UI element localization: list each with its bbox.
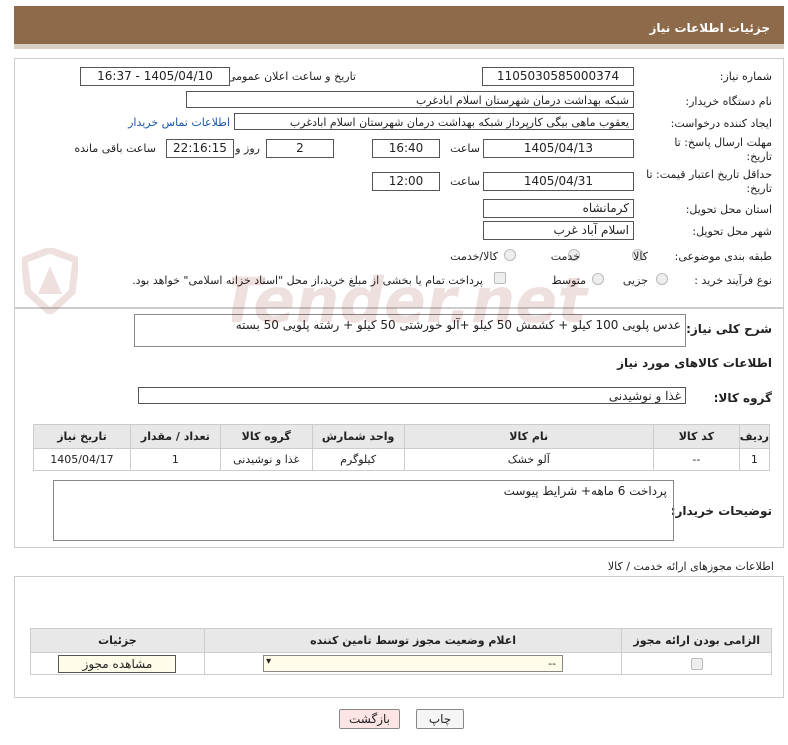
back-button[interactable]: بازگشت bbox=[339, 709, 400, 729]
remaining-time-field: 22:16:15 bbox=[166, 139, 234, 158]
category-option-goods-service: کالا/خدمت bbox=[450, 250, 498, 263]
payment-note: پرداخت تمام یا بخشی از مبلغ خرید،از محل … bbox=[132, 274, 483, 287]
required-checkbox[interactable] bbox=[690, 658, 703, 670]
col-unit: واحد شمارش bbox=[311, 424, 405, 449]
col-name: نام کالا bbox=[403, 424, 654, 449]
cell-code: -- bbox=[652, 448, 740, 471]
process-option-minor: جزیی bbox=[622, 274, 648, 287]
buyer-notes-label: توضیحات خریدار: bbox=[670, 504, 772, 518]
description-textarea[interactable]: عدس پلویی 100 کیلو + کشمش 50 کیلو +آلو خ… bbox=[134, 314, 686, 347]
cell-permit-details: مشاهده مجوز bbox=[30, 652, 205, 675]
goods-section-title: اطلاعات کالاهای مورد نیاز bbox=[617, 356, 772, 370]
page-header: جزئیات اطلاعات نیاز bbox=[14, 6, 784, 44]
contact-buyer-link[interactable]: اطلاعات تماس خریدار bbox=[128, 116, 230, 129]
permits-table: الزامی بودن ارائه مجوز اعلام وضعیت مجوز … bbox=[30, 628, 772, 675]
radio-goods-service[interactable] bbox=[504, 249, 516, 261]
description-label: شرح کلی نیاز: bbox=[686, 322, 772, 336]
days-field: 2 bbox=[266, 139, 334, 158]
min-price-label: حداقل تاریخ اعتبار قیمت: تا تاریخ: bbox=[646, 168, 772, 195]
table-row[interactable]: -- ▾ مشاهده مجوز bbox=[30, 652, 772, 675]
cell-permit-status: -- ▾ bbox=[203, 652, 623, 675]
deadline-label: مهلت ارسال پاسخ: تا تاریخ: bbox=[674, 136, 772, 163]
cell-date: 1405/04/17 bbox=[33, 448, 131, 471]
treasury-checkbox[interactable] bbox=[494, 272, 506, 284]
col-qty: تعداد / مقدار bbox=[129, 424, 221, 449]
remaining-label: ساعت باقی مانده bbox=[74, 142, 156, 155]
buyer-org-field: شبکه بهداشت درمان شهرستان اسلام ابادغرب bbox=[186, 91, 634, 108]
category-option-goods: کالا bbox=[633, 250, 648, 263]
cell-group: غذا و نوشیدنی bbox=[219, 448, 313, 471]
col-permit-status: اعلام وضعیت مجوز توسط تامین کننده bbox=[203, 628, 623, 653]
buyer-notes-textarea[interactable]: پرداخت 6 ماهه+ شرایط پیوست bbox=[53, 480, 674, 541]
requester-field: یعقوب ماهی بیگی کارپرداز شبکه بهداشت درم… bbox=[234, 113, 634, 130]
goods-group-label: گروه کالا: bbox=[713, 391, 772, 405]
col-code: کد کالا bbox=[652, 424, 740, 449]
goods-table: ردیف کد کالا نام کالا واحد شمارش گروه کا… bbox=[33, 424, 771, 471]
province-field: کرمانشاه bbox=[483, 199, 634, 218]
table-row[interactable]: 1 -- آلو خشک کیلوگرم غذا و نوشیدنی 1 140… bbox=[33, 448, 771, 471]
cell-qty: 1 bbox=[129, 448, 221, 471]
cell-unit: کیلوگرم bbox=[311, 448, 405, 471]
radio-minor[interactable] bbox=[656, 273, 668, 285]
permits-section-title: اطلاعات مجوزهای ارائه خدمت / کالا bbox=[607, 560, 774, 573]
col-group: گروه کالا bbox=[219, 424, 313, 449]
watermark-shield-icon bbox=[22, 248, 78, 314]
deadline-time-field: 16:40 bbox=[372, 139, 440, 158]
announce-label: تاریخ و ساعت اعلان عمومی: bbox=[223, 70, 356, 83]
permit-status-select[interactable]: -- ▾ bbox=[263, 655, 564, 672]
col-permit-required: الزامی بودن ارائه مجوز bbox=[621, 628, 772, 653]
days-label: روز و bbox=[235, 142, 260, 155]
need-number-field: 1105030585000374 bbox=[482, 67, 634, 86]
goods-group-field: غذا و نوشیدنی bbox=[138, 387, 686, 404]
province-label: استان محل تحویل: bbox=[685, 203, 772, 216]
process-option-medium: متوسط bbox=[551, 274, 586, 287]
city-label: شهر محل تحویل: bbox=[692, 225, 772, 238]
min-price-time-field: 12:00 bbox=[372, 172, 440, 191]
page-title: جزئیات اطلاعات نیاز bbox=[649, 21, 770, 35]
min-price-date-field: 1405/04/31 bbox=[483, 172, 634, 191]
radio-medium[interactable] bbox=[592, 273, 604, 285]
city-field: اسلام آباد غرب bbox=[483, 221, 634, 240]
permit-select-value: -- bbox=[548, 657, 557, 670]
min-price-time-label: ساعت bbox=[450, 175, 480, 188]
col-permit-details: جزئیات bbox=[30, 628, 205, 653]
col-row: ردیف bbox=[738, 424, 771, 449]
cell-row: 1 bbox=[738, 448, 771, 471]
cell-name: آلو خشک bbox=[403, 448, 654, 471]
category-option-service: خدمت bbox=[550, 250, 580, 263]
goods-table-header: ردیف کد کالا نام کالا واحد شمارش گروه کا… bbox=[33, 424, 771, 449]
deadline-time-label: ساعت bbox=[450, 142, 480, 155]
view-permit-button[interactable]: مشاهده مجوز bbox=[58, 654, 177, 673]
requester-label: ایجاد کننده درخواست: bbox=[670, 117, 772, 130]
category-label: طبقه بندی موضوعی: bbox=[674, 250, 772, 263]
deadline-date-field: 1405/04/13 bbox=[483, 139, 634, 158]
process-label: نوع فرآیند خرید : bbox=[694, 274, 772, 287]
cell-permit-required bbox=[621, 652, 772, 675]
chevron-down-icon: ▾ bbox=[266, 656, 272, 667]
col-date: تاریخ نیاز bbox=[33, 424, 131, 449]
buyer-org-label: نام دستگاه خریدار: bbox=[685, 95, 772, 108]
announce-field: 1405/04/10 - 16:37 bbox=[80, 67, 230, 86]
header-divider bbox=[14, 44, 784, 49]
permits-table-header: الزامی بودن ارائه مجوز اعلام وضعیت مجوز … bbox=[30, 628, 772, 653]
need-number-label: شماره نیاز: bbox=[719, 70, 772, 83]
print-button[interactable]: چاپ bbox=[416, 709, 464, 729]
